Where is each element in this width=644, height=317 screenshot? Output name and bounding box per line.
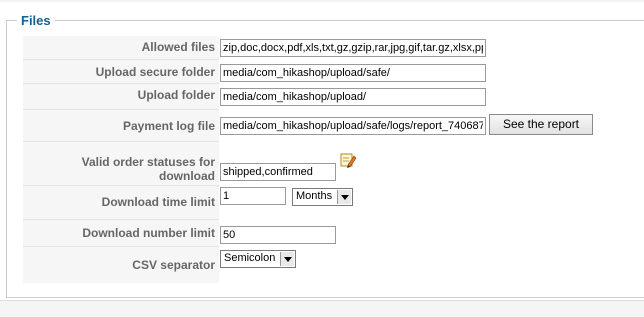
download-time-limit-label-cell: Download time limit (23, 186, 219, 220)
upload-folder-label: Upload folder (137, 88, 215, 102)
upload-secure-folder-label-cell: Upload secure folder (23, 60, 219, 84)
fieldset-legend: Files (21, 13, 51, 28)
allowed-files-label-cell: Allowed files (23, 36, 219, 60)
csv-separator-label: CSV separator (132, 258, 215, 272)
download-number-limit-label: Download number limit (82, 226, 215, 240)
chevron-down-icon (280, 252, 294, 266)
bottom-strip (0, 300, 644, 317)
csv-separator-value: Semicolon (224, 252, 276, 264)
chevron-down-icon (337, 190, 351, 204)
download-time-unit-value: Months (296, 190, 333, 202)
allowed-files-label: Allowed files (141, 40, 215, 54)
download-number-limit-label-cell: Download number limit (23, 220, 219, 247)
download-number-limit-input[interactable] (220, 226, 336, 244)
upload-secure-folder-label: Upload secure folder (95, 65, 215, 79)
payment-log-file-label-cell: Payment log file (23, 110, 219, 142)
csv-separator-select[interactable]: Semicolon (220, 250, 296, 268)
payment-log-file-label: Payment log file (122, 119, 215, 133)
download-time-limit-input[interactable] (220, 187, 286, 205)
allowed-files-input[interactable] (220, 39, 486, 57)
upload-folder-label-cell: Upload folder (23, 84, 219, 110)
edit-icon[interactable] (340, 152, 356, 168)
top-strip (0, 0, 644, 2)
valid-order-statuses-label-cell: Valid order statuses for download (23, 142, 219, 186)
download-time-limit-label: Download time limit (101, 195, 215, 209)
upload-secure-folder-input[interactable] (220, 64, 486, 82)
see-the-report-button[interactable]: See the report (489, 114, 593, 135)
payment-log-file-input[interactable] (220, 117, 486, 135)
download-time-unit-select[interactable]: Months (292, 188, 353, 206)
valid-order-statuses-label: Valid order statuses for download (81, 155, 215, 183)
csv-separator-label-cell: CSV separator (23, 247, 219, 283)
upload-folder-input[interactable] (220, 88, 486, 106)
valid-order-statuses-input[interactable] (220, 163, 336, 181)
